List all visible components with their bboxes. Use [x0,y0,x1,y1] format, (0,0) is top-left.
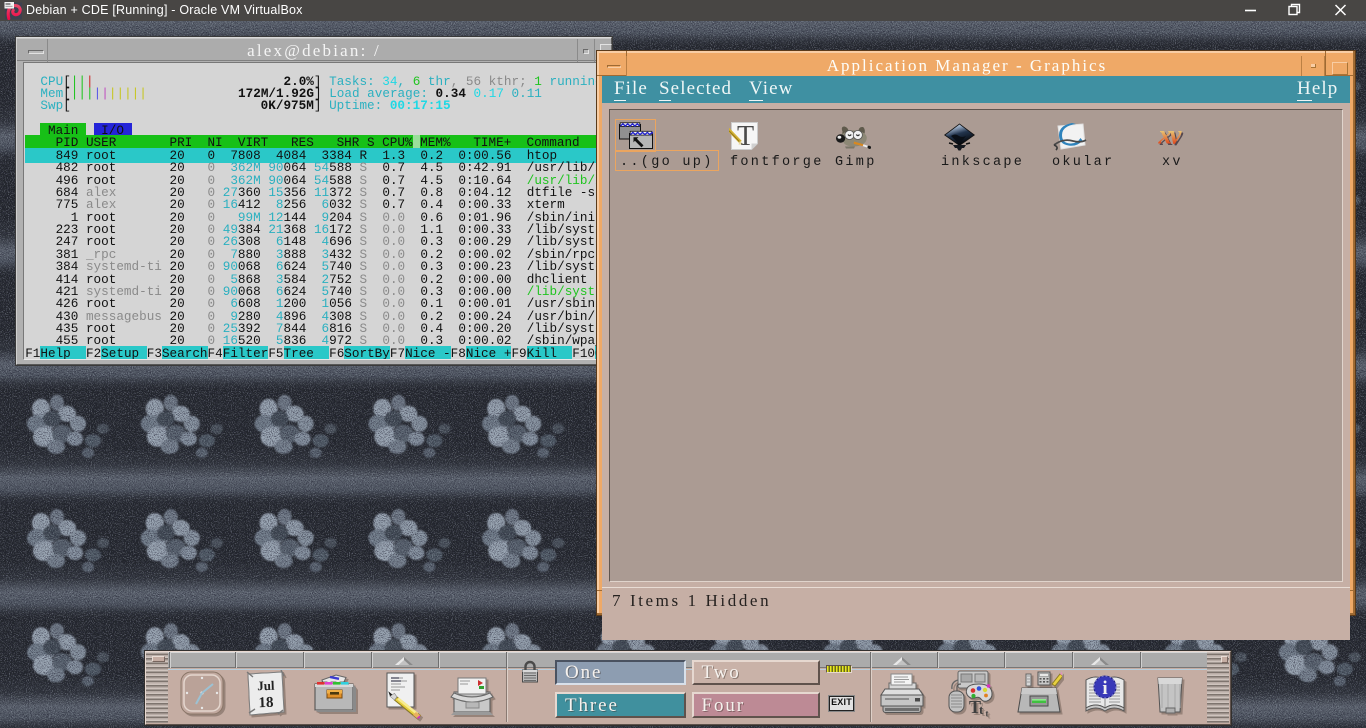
svg-text:t: t [979,702,984,717]
svg-text:i: i [1102,678,1107,699]
svg-text:T: T [737,122,754,151]
svg-text:18: 18 [258,695,274,712]
svg-text:xv: xv [1158,124,1183,150]
svg-text:Jul: Jul [257,678,275,694]
svg-text:t: t [986,709,989,719]
